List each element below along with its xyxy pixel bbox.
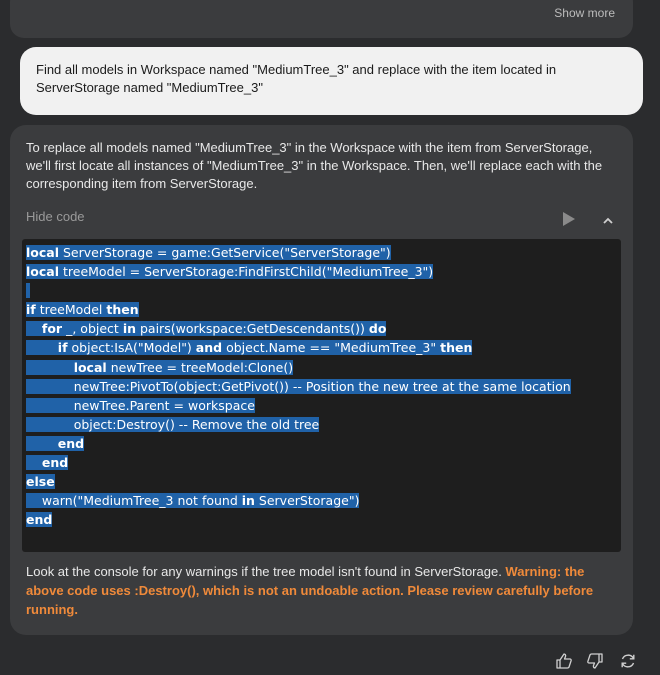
code-line-text: for _, object in pairs(workspace:GetDesc…	[26, 321, 387, 337]
code-line-text: newTree.Parent = workspace	[26, 397, 255, 413]
code-line-text: object:Destroy() -- Remove the old tree	[26, 416, 320, 432]
code-line-text: if object:IsA("Model") and object.Name =…	[26, 340, 473, 356]
code-line: end	[26, 453, 617, 472]
message-actions	[555, 652, 645, 672]
footer-text: Look at the console for any warnings if …	[26, 564, 506, 579]
thumbs-down-icon[interactable]	[586, 652, 604, 675]
assistant-message-card: To replace all models named "MediumTree_…	[10, 125, 633, 635]
code-line: else	[26, 472, 617, 491]
code-line: if treeModel then	[26, 300, 617, 319]
code-line-text: end	[26, 512, 53, 528]
code-line	[26, 281, 617, 300]
code-line-text: local newTree = treeModel:Clone()	[26, 359, 294, 375]
code-line-text: else	[26, 474, 55, 490]
show-more-link[interactable]: Show more	[554, 6, 615, 20]
assistant-intro-text: To replace all models named "MediumTree_…	[26, 140, 603, 191]
code-line-text	[26, 283, 30, 299]
code-line-text: end	[26, 455, 69, 471]
code-block[interactable]: local ServerStorage = game:GetService("S…	[22, 239, 621, 552]
code-line: local newTree = treeModel:Clone()	[26, 358, 617, 377]
user-message-bubble: Find all models in Workspace named "Medi…	[20, 47, 643, 115]
code-line-text: if treeModel then	[26, 302, 139, 318]
code-line-text: end	[26, 435, 85, 451]
code-line: object:Destroy() -- Remove the old tree	[26, 415, 617, 434]
code-line-text: local treeModel = ServerStorage:FindFirs…	[26, 264, 434, 280]
code-line: end	[26, 434, 617, 453]
code-line: warn("MediumTree_3 not found in ServerSt…	[26, 491, 617, 510]
code-toolbar: Hide code	[26, 209, 616, 229]
code-line: local treeModel = ServerStorage:FindFirs…	[26, 262, 617, 281]
hide-code-button[interactable]: Hide code	[26, 209, 85, 224]
code-line-text: newTree:PivotTo(object:GetPivot()) -- Po…	[26, 378, 571, 394]
code-line: for _, object in pairs(workspace:GetDesc…	[26, 319, 617, 338]
code-line: newTree:PivotTo(object:GetPivot()) -- Po…	[26, 377, 617, 396]
code-line: newTree.Parent = workspace	[26, 396, 617, 415]
code-line-text: local ServerStorage = game:GetService("S…	[26, 245, 391, 260]
code-line: local ServerStorage = game:GetService("S…	[26, 243, 617, 262]
code-line: end	[26, 510, 617, 529]
chevron-up-icon[interactable]	[602, 213, 614, 231]
regenerate-icon[interactable]	[619, 652, 637, 675]
code-line: if object:IsA("Model") and object.Name =…	[26, 338, 617, 357]
previous-message-card: Show more	[10, 0, 633, 38]
play-icon[interactable]	[562, 211, 576, 232]
user-message-text: Find all models in Workspace named "Medi…	[36, 62, 557, 95]
thumbs-up-icon[interactable]	[555, 652, 573, 675]
assistant-footer: Look at the console for any warnings if …	[26, 562, 620, 619]
code-line-text: warn("MediumTree_3 not found in ServerSt…	[26, 493, 360, 509]
